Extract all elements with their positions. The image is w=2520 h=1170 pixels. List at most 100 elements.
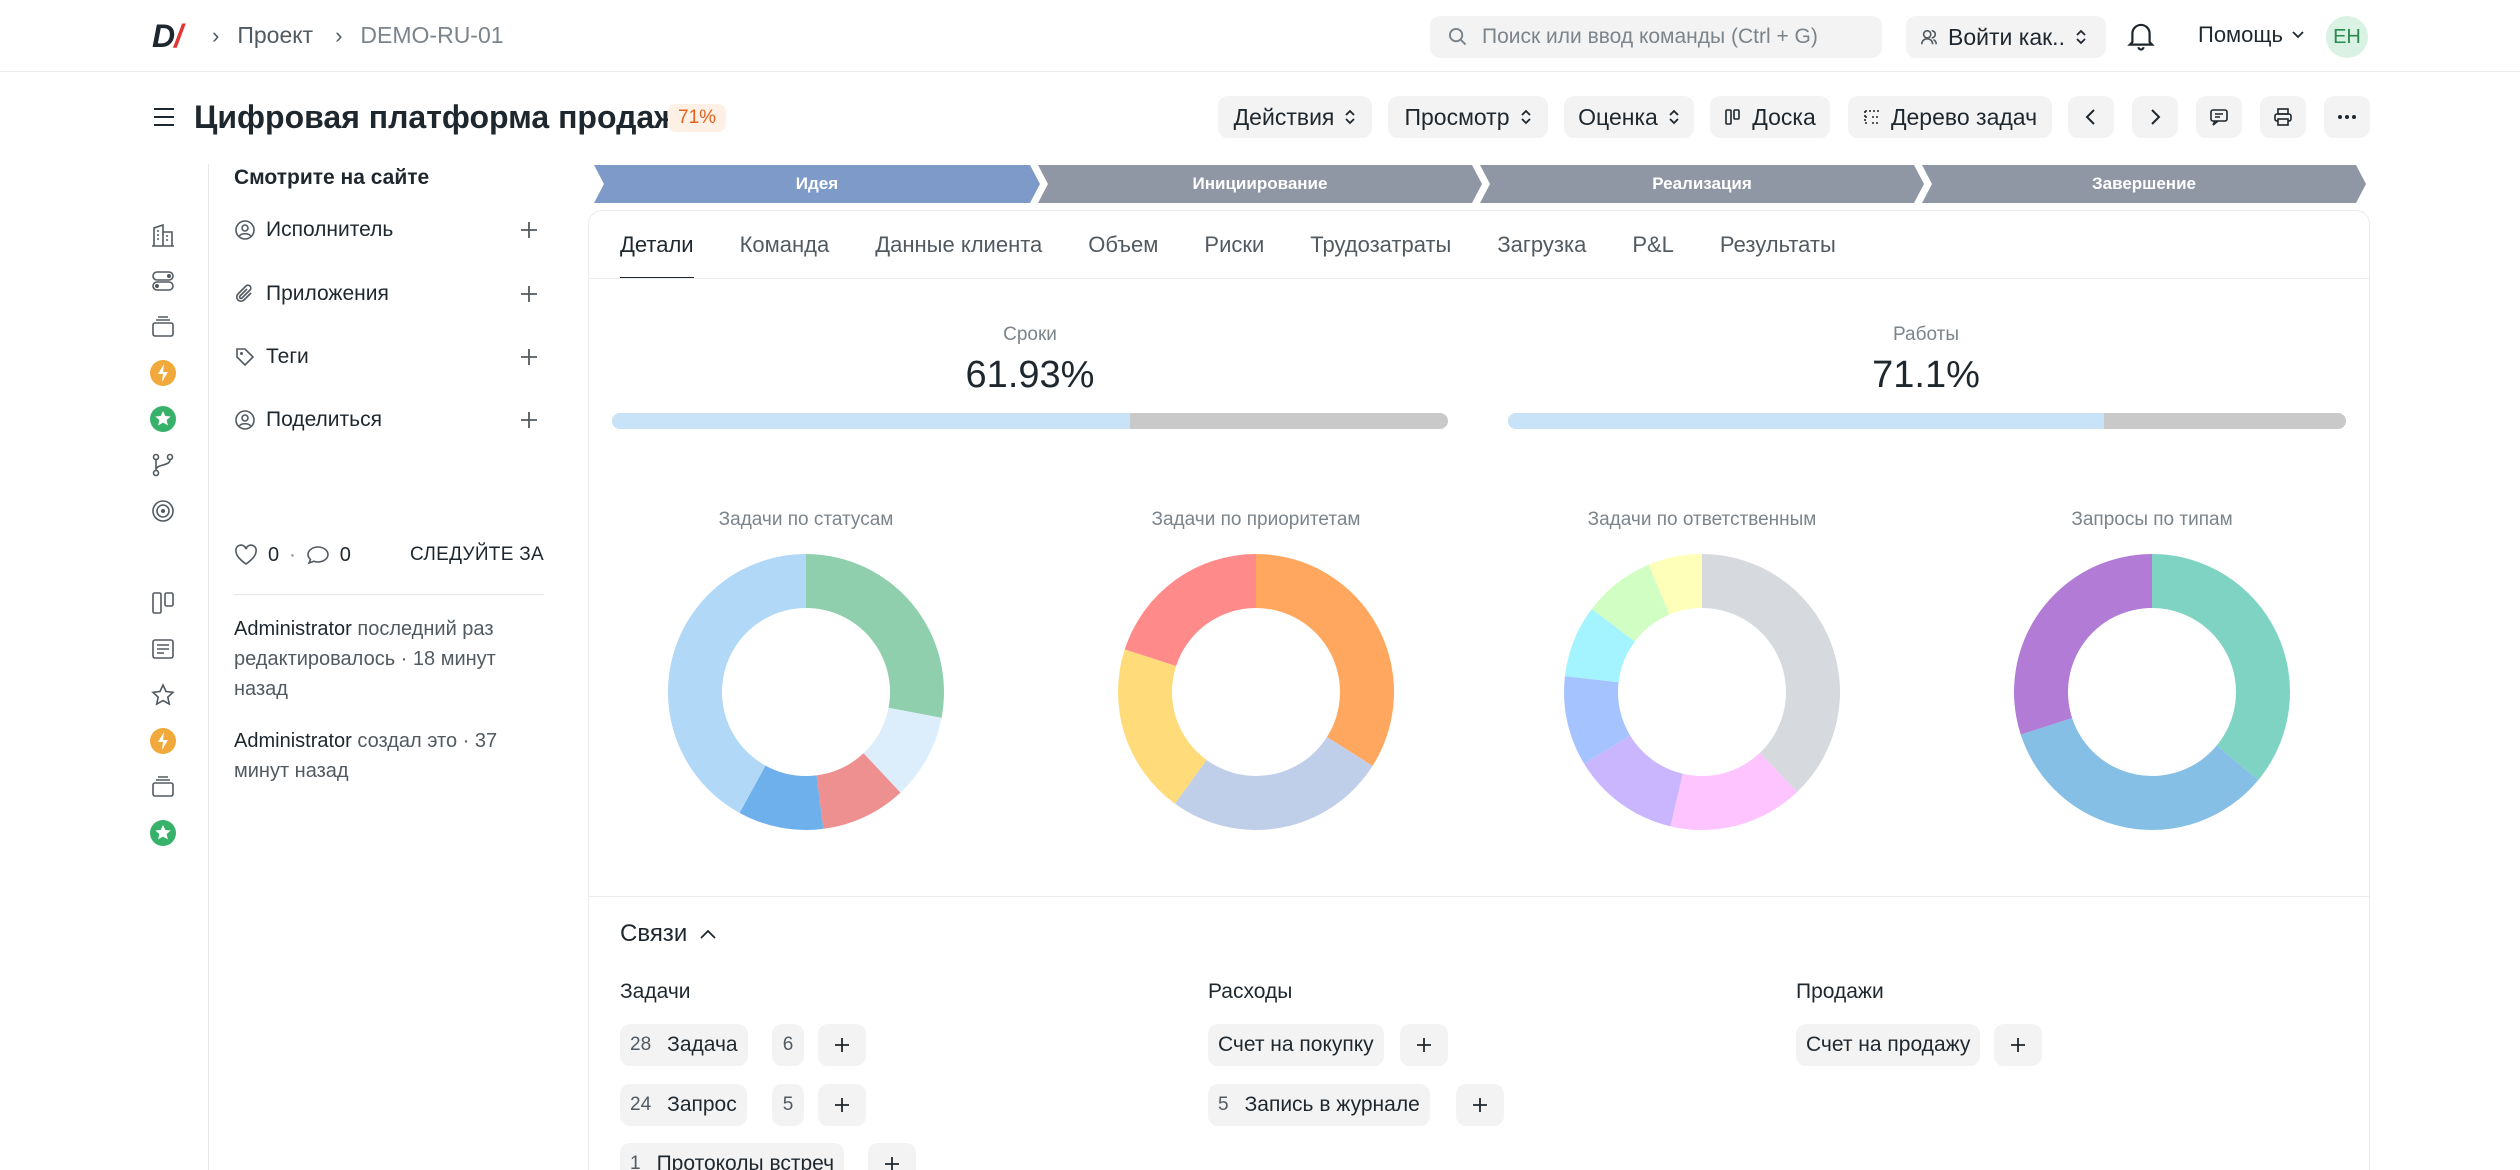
add-journal-entry-button[interactable] bbox=[1456, 1084, 1504, 1126]
link-sales-invoice[interactable]: Счет на продажу bbox=[1796, 1024, 1981, 1066]
plus-icon[interactable] bbox=[518, 283, 540, 305]
actions-label: Действия bbox=[1233, 103, 1335, 130]
link-label: Задача bbox=[667, 1033, 738, 1056]
page-title: Цифровая платформа продаж bbox=[194, 99, 677, 135]
plus-icon[interactable] bbox=[518, 346, 540, 368]
tab-client-data[interactable]: Данные клиента bbox=[875, 232, 1042, 278]
link-label: Счет на покупку bbox=[1218, 1033, 1374, 1056]
next-button[interactable] bbox=[2132, 96, 2178, 138]
kpi-progress-fill bbox=[612, 413, 1130, 429]
lightning-icon[interactable] bbox=[148, 358, 178, 388]
star-badge-icon[interactable] bbox=[148, 404, 178, 434]
progress-badge: 71% bbox=[668, 104, 727, 132]
bell-icon[interactable] bbox=[2126, 20, 2156, 52]
donut-slice[interactable] bbox=[1702, 554, 1840, 792]
avatar[interactable]: EH bbox=[2326, 16, 2368, 58]
sidebar-item-assignee[interactable]: Исполнитель bbox=[234, 210, 544, 250]
add-purchase-invoice-button[interactable] bbox=[1400, 1024, 1448, 1066]
stack-icon[interactable] bbox=[148, 772, 178, 802]
lightning-icon[interactable] bbox=[148, 726, 178, 756]
chart-title: Задачи по статусам bbox=[718, 509, 894, 530]
select-arrows-icon bbox=[2076, 29, 2086, 45]
link-open-count[interactable]: 5 bbox=[772, 1084, 804, 1126]
plus-icon[interactable] bbox=[518, 219, 540, 241]
login-as-button[interactable]: Войти как.. bbox=[1906, 16, 2106, 58]
donut-slice[interactable] bbox=[2014, 554, 2152, 735]
follow-button[interactable]: СЛЕДУЙТЕ ЗА bbox=[410, 544, 544, 566]
help-menu-button[interactable]: Помощь bbox=[2198, 22, 2305, 48]
tab-scope[interactable]: Объем bbox=[1088, 232, 1158, 278]
sidebar-item-tags[interactable]: Теги bbox=[234, 337, 544, 377]
plus-icon bbox=[835, 1098, 849, 1112]
activity-item: Administrator создал это · 37 минут наза… bbox=[234, 726, 544, 786]
link-meeting-minutes[interactable]: 1 Протоколы встреч bbox=[620, 1143, 845, 1170]
heart-icon[interactable] bbox=[234, 544, 258, 566]
target-icon[interactable] bbox=[148, 496, 178, 526]
link-count: 1 bbox=[630, 1153, 641, 1170]
chart-title: Запросы по типам bbox=[2071, 509, 2233, 530]
activity-user[interactable]: Administrator bbox=[234, 618, 352, 640]
add-sales-invoice-button[interactable] bbox=[1994, 1024, 2042, 1066]
task-tree-button[interactable]: Дерево задач bbox=[1848, 96, 2052, 138]
add-request-button[interactable] bbox=[818, 1084, 866, 1126]
previous-button[interactable] bbox=[2068, 96, 2114, 138]
links-section-header[interactable]: Связи bbox=[620, 920, 717, 948]
link-request[interactable]: 24 Запрос bbox=[620, 1084, 747, 1126]
tab-risks[interactable]: Риски bbox=[1204, 232, 1264, 278]
link-open-count[interactable]: 6 bbox=[772, 1024, 804, 1066]
task-tree-label: Дерево задач bbox=[1890, 103, 2038, 130]
document-icon[interactable] bbox=[148, 634, 178, 664]
donut-slice[interactable] bbox=[1256, 554, 1394, 766]
view-button[interactable]: Просмотр bbox=[1388, 96, 1548, 138]
actions-button[interactable]: Действия bbox=[1218, 96, 1372, 138]
plus-icon[interactable] bbox=[518, 409, 540, 431]
donut-chart-request-types bbox=[2014, 554, 2290, 830]
star-icon[interactable] bbox=[148, 680, 178, 710]
plus-icon bbox=[835, 1038, 849, 1052]
tab-details[interactable]: Детали bbox=[620, 232, 694, 279]
donut-slice[interactable] bbox=[1124, 554, 1256, 667]
more-button[interactable] bbox=[2324, 96, 2370, 138]
link-label: Счет на продажу bbox=[1806, 1033, 1971, 1056]
rating-button[interactable]: Оценка bbox=[1564, 96, 1694, 138]
chevron-up-icon bbox=[700, 929, 716, 939]
donut-slice[interactable] bbox=[2020, 717, 2259, 830]
search-input[interactable]: Поиск или ввод команды (Ctrl + G) bbox=[1430, 16, 1882, 58]
comments-button[interactable] bbox=[2196, 96, 2242, 138]
board-button[interactable]: Доска bbox=[1710, 96, 1830, 138]
donut-chart-owners bbox=[1564, 554, 1840, 830]
sidebar-item-attachments[interactable]: Приложения bbox=[234, 274, 544, 314]
toggles-icon[interactable] bbox=[148, 266, 178, 296]
sidebar-item-share[interactable]: Поделиться bbox=[234, 400, 544, 440]
donut-slice[interactable] bbox=[1174, 737, 1373, 830]
print-button[interactable] bbox=[2260, 96, 2306, 138]
board-icon[interactable] bbox=[148, 588, 178, 618]
sidebar-item-label: Поделиться bbox=[266, 408, 382, 431]
link-task[interactable]: 28 Задача bbox=[620, 1024, 748, 1066]
breadcrumb-current[interactable]: DEMO-RU-01 bbox=[360, 22, 503, 49]
tab-load[interactable]: Загрузка bbox=[1497, 232, 1586, 278]
tab-results[interactable]: Результаты bbox=[1720, 232, 1836, 278]
hamburger-menu-icon[interactable] bbox=[152, 106, 176, 128]
activity-user[interactable]: Administrator bbox=[234, 730, 352, 752]
tab-team[interactable]: Команда bbox=[740, 232, 830, 278]
building-icon[interactable] bbox=[148, 220, 178, 250]
git-branch-icon[interactable] bbox=[148, 450, 178, 480]
search-placeholder: Поиск или ввод команды (Ctrl + G) bbox=[1482, 25, 1818, 48]
breadcrumb-project[interactable]: Проект bbox=[237, 22, 313, 49]
add-task-button[interactable] bbox=[818, 1024, 866, 1066]
comment-icon[interactable] bbox=[306, 544, 330, 566]
chevron-down-icon bbox=[2292, 31, 2304, 39]
donut-slice[interactable] bbox=[2152, 554, 2290, 780]
add-meeting-minutes-button[interactable] bbox=[868, 1143, 916, 1170]
app-logo[interactable]: D/ bbox=[152, 18, 183, 55]
link-purchase-invoice[interactable]: Счет на покупку bbox=[1208, 1024, 1384, 1066]
tab-pl[interactable]: P&L bbox=[1632, 232, 1674, 278]
login-as-label: Войти как.. bbox=[1948, 23, 2065, 50]
stack-icon[interactable] bbox=[148, 312, 178, 342]
select-arrows-icon bbox=[1345, 109, 1356, 125]
donut-slice[interactable] bbox=[806, 554, 944, 718]
link-journal-entry[interactable]: 5 Запись в журнале bbox=[1208, 1084, 1430, 1126]
tab-effort[interactable]: Трудозатраты bbox=[1310, 232, 1451, 278]
star-badge-icon[interactable] bbox=[148, 818, 178, 848]
